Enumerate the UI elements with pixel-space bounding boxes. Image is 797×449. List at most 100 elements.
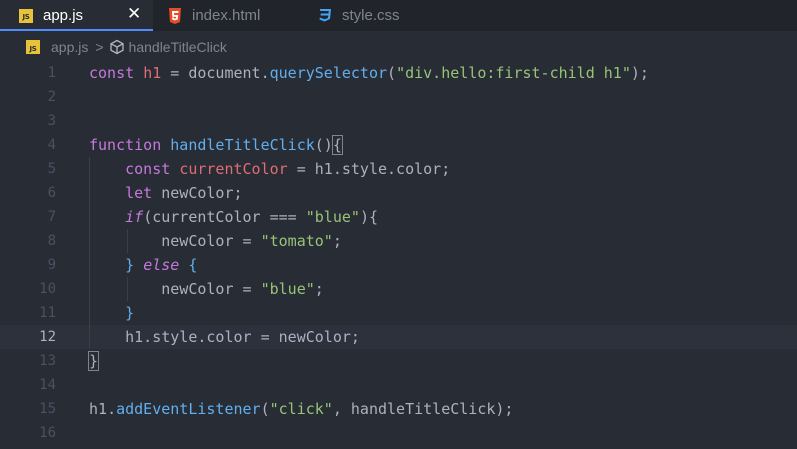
code-token: .	[260, 64, 270, 82]
breadcrumb-separator: >	[95, 39, 104, 55]
tab-label: index.html	[192, 7, 261, 24]
line-number: 7	[47, 209, 56, 225]
tab-label: style.css	[342, 7, 400, 24]
code-token: }	[87, 351, 100, 371]
tab-index-html[interactable]: index.html	[153, 0, 303, 31]
code-token: addEventListener	[116, 400, 261, 418]
code-token: "click"	[269, 400, 333, 418]
code-line[interactable]: 10 newColor = "blue";	[0, 277, 797, 301]
code-token: (	[387, 64, 397, 82]
code-line[interactable]: 13}	[0, 349, 797, 373]
tab-style-css[interactable]: style.css	[303, 0, 453, 31]
code-token: function	[89, 136, 171, 154]
code-token: document	[188, 64, 261, 82]
line-number: 12	[39, 329, 56, 345]
code-text: h1.addEventListener("click", handleTitle…	[89, 397, 513, 421]
code-text: }	[87, 349, 100, 373]
code-token: if	[125, 208, 144, 226]
code-text: function handleTitleClick(){	[89, 133, 343, 157]
indent-guide	[127, 229, 129, 253]
code-text: }	[89, 301, 134, 325]
code-line[interactable]: 11 }	[0, 301, 797, 325]
line-number: 15	[39, 401, 56, 417]
code-token: newColor =	[161, 232, 261, 250]
code-text: let newColor;	[89, 181, 243, 205]
css3-file-icon	[318, 8, 332, 24]
code-token: newColor;	[161, 184, 243, 202]
code-token: ()	[314, 136, 333, 154]
code-text: newColor = "blue";	[89, 277, 324, 301]
code-token: h1	[143, 64, 162, 82]
code-token: querySelector	[269, 64, 388, 82]
code-text: } else {	[89, 253, 197, 277]
code-line[interactable]: 2	[0, 85, 797, 109]
code-token: {	[331, 135, 343, 155]
indent-guide	[89, 157, 90, 349]
code-line[interactable]: 8 newColor = "tomato";	[0, 229, 797, 253]
code-token: const	[89, 64, 144, 82]
tab-app-js[interactable]: JS app.js ✕	[0, 0, 153, 31]
code-token: h1	[89, 400, 108, 418]
code-token: }	[125, 256, 144, 274]
code-token: let	[125, 184, 162, 202]
code-line[interactable]: 9 } else {	[0, 253, 797, 277]
line-number: 3	[47, 113, 56, 129]
code-line[interactable]: 7 if(currentColor === "blue"){	[0, 205, 797, 229]
breadcrumb-file[interactable]: app.js	[51, 39, 88, 55]
code-token: }	[125, 304, 135, 322]
javascript-file-icon: JS	[19, 8, 33, 23]
line-number: 13	[39, 353, 56, 369]
line-number: 16	[39, 425, 56, 441]
line-number: 10	[39, 281, 56, 297]
code-text: if(currentColor === "blue"){	[89, 205, 378, 229]
code-editor[interactable]: 1 const h1 = document.querySelector("div.…	[0, 61, 797, 449]
code-token: "tomato"	[260, 232, 333, 250]
line-number: 4	[47, 137, 56, 153]
code-line[interactable]: 3	[0, 109, 797, 133]
code-token: h1.style.color = newColor;	[125, 328, 360, 346]
indent-guide	[127, 277, 129, 301]
code-line[interactable]: 15 h1.addEventListener("click", handleTit…	[0, 397, 797, 421]
code-line[interactable]: 1 const h1 = document.querySelector("div.…	[0, 61, 797, 85]
line-number: 9	[47, 257, 56, 273]
javascript-file-icon: JS	[26, 40, 40, 54]
code-token: currentColor	[179, 160, 288, 178]
code-line[interactable]: 16	[0, 421, 797, 445]
code-token: const	[125, 160, 180, 178]
breadcrumb: JS app.js > handleTitleClick	[0, 34, 797, 60]
code-token: {	[179, 256, 198, 274]
line-number: 2	[47, 89, 56, 105]
code-token: newColor =	[161, 280, 261, 298]
code-token: (	[260, 400, 270, 418]
breadcrumb-symbol[interactable]: handleTitleClick	[129, 39, 227, 55]
code-token: "blue"	[305, 208, 360, 226]
tab-bar: JS app.js ✕ index.html style.css	[0, 0, 797, 31]
code-token: else	[143, 256, 180, 274]
line-number: 1	[47, 65, 56, 81]
line-number: 8	[47, 233, 56, 249]
code-token: =	[161, 64, 189, 82]
code-token: h1.style.color;	[314, 160, 451, 178]
code-line[interactable]: 5 const currentColor = h1.style.color;	[0, 157, 797, 181]
code-line[interactable]: 4 function handleTitleClick(){	[0, 133, 797, 157]
code-line[interactable]: 6 let newColor;	[0, 181, 797, 205]
code-token: );	[630, 64, 649, 82]
code-token: handleTitleClick	[170, 136, 315, 154]
code-line[interactable]: 12 h1.style.color = newColor;	[0, 325, 797, 349]
close-icon[interactable]: ✕	[127, 4, 141, 24]
code-text: h1.style.color = newColor;	[89, 325, 360, 349]
code-line[interactable]: 14	[0, 373, 797, 397]
code-token: "blue"	[260, 280, 315, 298]
method-cube-icon	[109, 39, 125, 55]
code-token: .	[107, 400, 117, 418]
line-number: 5	[47, 161, 56, 177]
code-token: =	[287, 160, 315, 178]
code-text: const h1 = document.querySelector("div.h…	[89, 61, 649, 85]
